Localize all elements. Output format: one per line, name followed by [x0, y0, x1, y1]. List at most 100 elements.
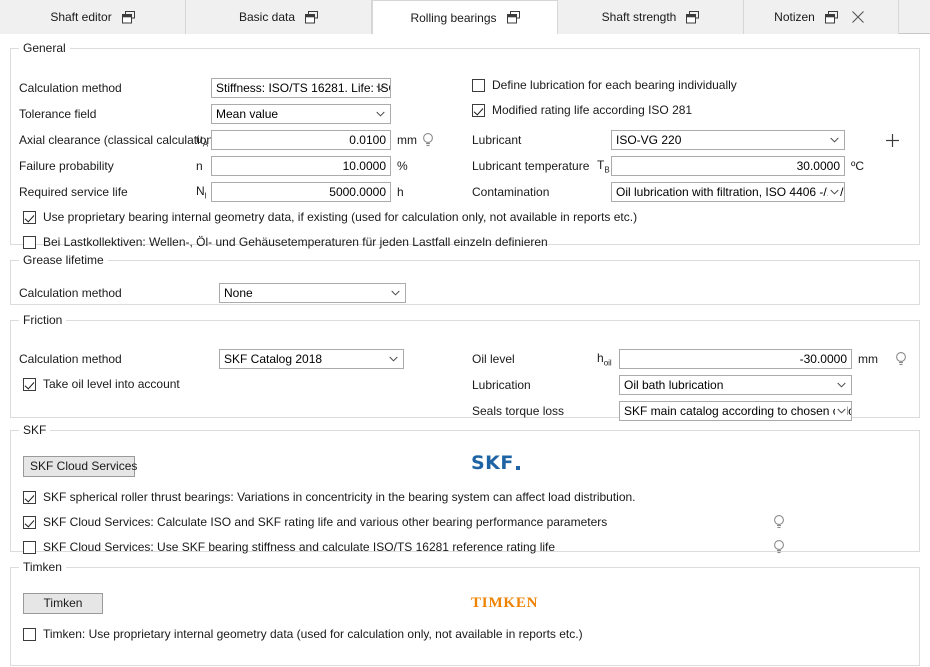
chevron-down-icon [389, 284, 401, 302]
calculation-method-row: Calculation method Stiffness: ISO/TS 162… [19, 78, 391, 98]
lightbulb-icon[interactable] [894, 351, 908, 367]
failure-probability-label: Failure probability [19, 159, 114, 173]
timken-logo-row: TIMKEN [471, 595, 538, 612]
timken-group: Timken Timken TIMKEN Timken: Use proprie… [10, 560, 920, 666]
failure-probability-symbol: n [196, 159, 203, 173]
chevron-down-icon [835, 402, 847, 420]
float-window-icon[interactable] [824, 10, 838, 24]
tab-shaft-strength[interactable]: Shaft strength [558, 0, 744, 34]
skf-cloud-services-button[interactable]: SKF Cloud Services [23, 456, 137, 477]
chevron-down-icon [828, 131, 840, 149]
chevron-down-icon [835, 376, 847, 394]
lubrication-select[interactable]: Oil bath lubrication [619, 375, 852, 395]
lightbulb-icon[interactable] [421, 132, 435, 148]
axial-clearance-row: Axial clearance (classical calculation) … [19, 130, 435, 150]
define-lubrication-label: Define lubrication for each bearing indi… [492, 78, 737, 92]
tab-label: Notizen [774, 10, 815, 24]
skf-logo-dot [515, 466, 520, 470]
modified-rating-life-label: Modified rating life according ISO 281 [492, 103, 693, 117]
timken-logo: TIMKEN [471, 595, 539, 611]
tab-basic-data[interactable]: Basic data [186, 0, 372, 34]
tab-shaft-editor[interactable]: Shaft editor [0, 0, 186, 34]
seals-torque-loss-select[interactable]: SKF main catalog according to chosen cal… [619, 401, 852, 421]
skf-cloud-stiffness-label: SKF Cloud Services: Use SKF bearing stif… [43, 540, 556, 554]
friction-calculation-method-row: Calculation method SKF Catalog 2018 [19, 349, 404, 369]
lubricant-temperature-input[interactable]: 30.0000 [611, 156, 845, 176]
timken-proprietary-row: Timken: Use proprietary internal geometr… [23, 627, 583, 641]
oil-level-input[interactable]: -30.0000 [619, 349, 852, 369]
general-group: General Calculation method Stiffness: IS… [10, 41, 920, 249]
modified-rating-life-checkbox[interactable]: Modified rating life according ISO 281 [472, 103, 692, 117]
checkbox-box [472, 79, 485, 92]
grease-calculation-method-value: None [224, 286, 253, 300]
friction-calculation-method-label: Calculation method [19, 352, 122, 366]
lubricant-label: Lubricant [472, 133, 522, 147]
lightbulb-icon[interactable] [772, 514, 786, 530]
checkbox-box [23, 516, 36, 529]
float-window-icon[interactable] [305, 10, 319, 24]
lastkollektive-label: Bei Lastkollektiven: Wellen-, Öl- und Ge… [43, 235, 548, 249]
lubricant-temperature-unit: ºC [851, 159, 865, 173]
skf-logo-row: SKF [471, 452, 520, 474]
checkbox-box [23, 378, 36, 391]
oil-level-symbol: hoil [597, 350, 612, 368]
oil-level-label: Oil level [472, 352, 515, 366]
failure-probability-unit: % [397, 159, 408, 173]
skf-cloud-rating-row: SKF Cloud Services: Calculate ISO and SK… [23, 515, 607, 529]
timken-proprietary-checkbox[interactable]: Timken: Use proprietary internal geometr… [23, 627, 583, 641]
lastkollektive-checkbox[interactable]: Bei Lastkollektiven: Wellen-, Öl- und Ge… [23, 235, 548, 249]
modified-rating-life-row: Modified rating life according ISO 281 [472, 103, 692, 117]
skf-spherical-label: SKF spherical roller thrust bearings: Va… [43, 490, 636, 504]
skf-cloud-rating-hint [772, 514, 786, 530]
grease-calculation-method-label: Calculation method [19, 286, 122, 300]
skf-cloud-stiffness-hint [772, 539, 786, 555]
tab-rolling-bearings[interactable]: Rolling bearings [372, 0, 558, 35]
calculation-method-value: Stiffness: ISO/TS 16281. Life: ISO [216, 81, 391, 95]
skf-spherical-row: SKF spherical roller thrust bearings: Va… [23, 490, 636, 504]
skf-spherical-checkbox[interactable]: SKF spherical roller thrust bearings: Va… [23, 490, 636, 504]
friction-legend: Friction [23, 313, 63, 327]
use-proprietary-geometry-checkbox[interactable]: Use proprietary bearing internal geometr… [23, 210, 637, 224]
friction-calculation-method-select[interactable]: SKF Catalog 2018 [219, 349, 404, 369]
tab-notizen[interactable]: Notizen [744, 0, 899, 34]
define-lubrication-checkbox[interactable]: Define lubrication for each bearing indi… [472, 78, 737, 92]
lubrication-row: Lubrication Oil bath lubrication [472, 375, 852, 395]
axial-clearance-label: Axial clearance (classical calculation) [19, 133, 218, 147]
required-service-life-input[interactable]: 5000.0000 [211, 182, 391, 202]
calculation-method-label: Calculation method [19, 81, 122, 95]
use-proprietary-geometry-row: Use proprietary bearing internal geometr… [23, 210, 637, 224]
grease-calculation-method-select[interactable]: None [219, 283, 406, 303]
plus-icon[interactable] [885, 133, 900, 148]
float-window-icon[interactable] [686, 10, 700, 24]
skf-cloud-rating-checkbox[interactable]: SKF Cloud Services: Calculate ISO and SK… [23, 515, 607, 529]
rolling-bearings-panel: General Calculation method Stiffness: IS… [0, 34, 930, 667]
use-proprietary-geometry-label: Use proprietary bearing internal geometr… [43, 210, 638, 224]
grease-calculation-method-row: Calculation method None [19, 283, 406, 303]
grease-lifetime-legend: Grease lifetime [23, 253, 104, 267]
grease-lifetime-group: Grease lifetime Calculation method None [10, 253, 920, 305]
contamination-select[interactable]: Oil lubrication with filtration, ISO 440… [611, 182, 845, 202]
calculation-method-select[interactable]: Stiffness: ISO/TS 16281. Life: ISO [211, 78, 391, 98]
checkbox-box [23, 541, 36, 554]
general-legend: General [23, 41, 66, 55]
chevron-down-icon [387, 350, 399, 368]
checkbox-box [23, 628, 36, 641]
seals-torque-loss-label: Seals torque loss [472, 404, 565, 418]
axial-clearance-input[interactable]: 0.0100 [211, 130, 391, 150]
lightbulb-icon[interactable] [772, 539, 786, 555]
tolerance-field-select[interactable]: Mean value [211, 104, 391, 124]
contamination-row: Contamination Oil lubrication with filtr… [472, 182, 845, 202]
contamination-value: Oil lubrication with filtration, ISO 440… [616, 185, 845, 199]
float-window-icon[interactable] [506, 11, 520, 24]
timken-button[interactable]: Timken [23, 593, 103, 614]
timken-button-row: Timken [23, 593, 103, 614]
float-window-icon[interactable] [121, 10, 135, 24]
lubricant-select[interactable]: ISO-VG 220 [611, 130, 845, 150]
required-service-life-row: Required service life Nl 5000.0000 h [19, 182, 404, 202]
tolerance-field-row: Tolerance field Mean value [19, 104, 391, 124]
close-icon[interactable] [848, 10, 868, 24]
failure-probability-row: Failure probability n 10.0000 % [19, 156, 408, 176]
failure-probability-input[interactable]: 10.0000 [211, 156, 391, 176]
take-oil-level-checkbox[interactable]: Take oil level into account [23, 377, 180, 391]
skf-cloud-stiffness-checkbox[interactable]: SKF Cloud Services: Use SKF bearing stif… [23, 540, 555, 554]
